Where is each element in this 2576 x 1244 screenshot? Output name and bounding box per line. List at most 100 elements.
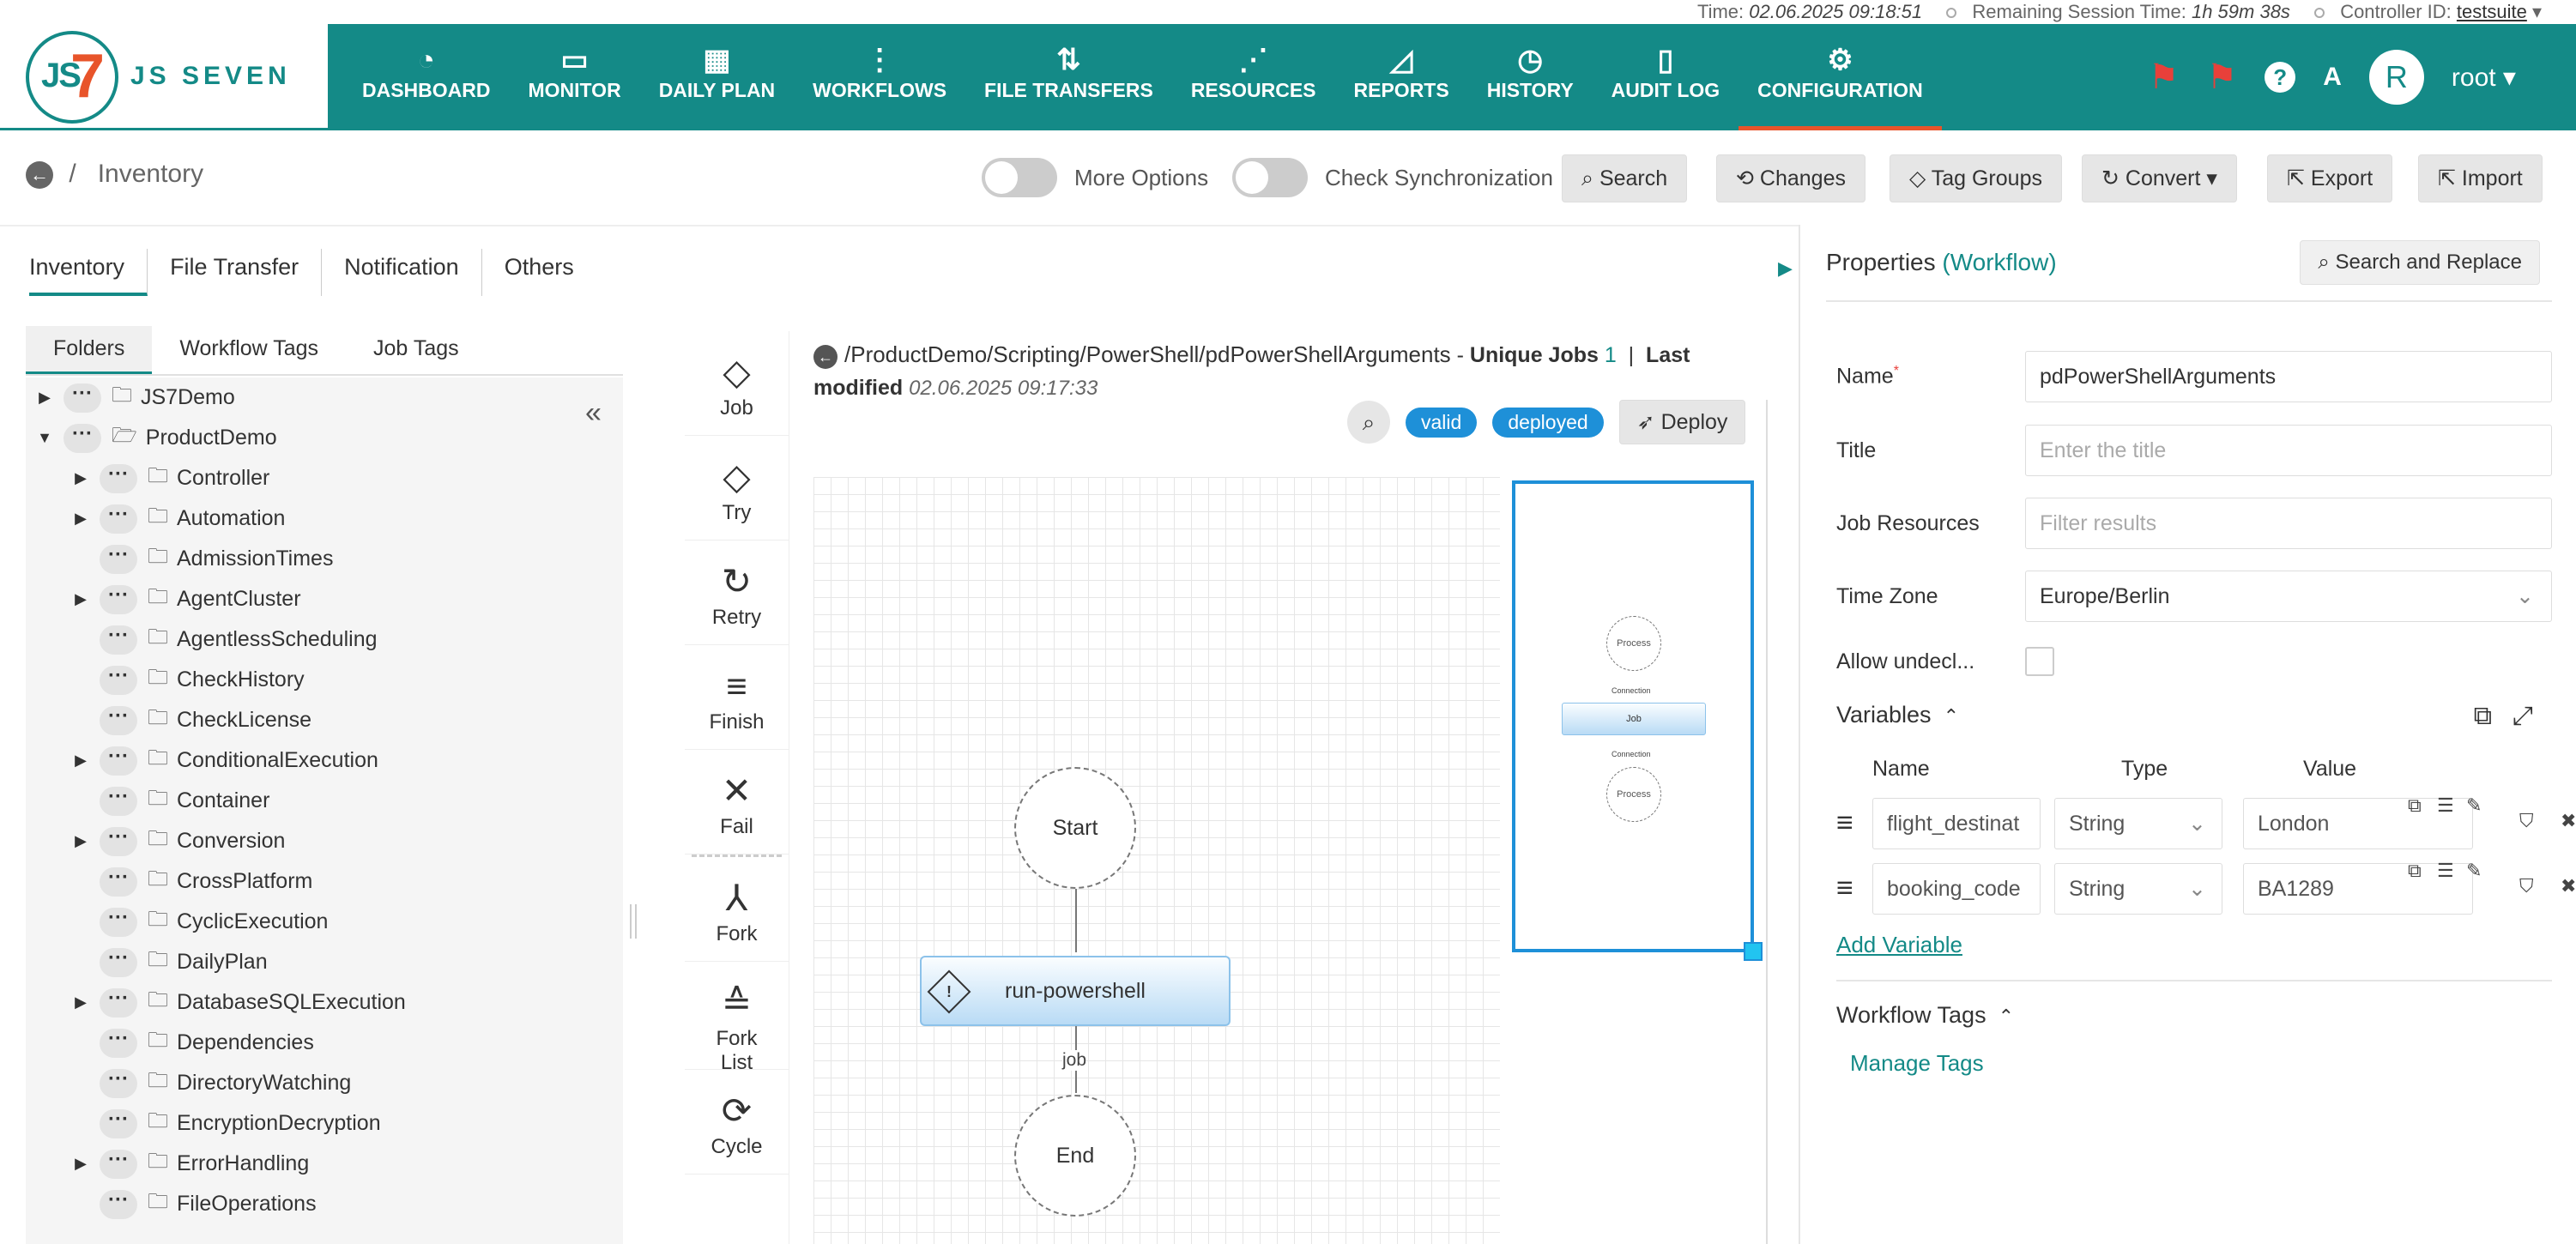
palette-try[interactable]: ◇ Try <box>685 436 789 540</box>
back-icon[interactable]: ← <box>26 161 53 190</box>
shield-icon[interactable]: ⛉ <box>2519 875 2534 897</box>
check-sync-toggle[interactable]: Check Synchronization <box>1232 158 1553 197</box>
flag-icon[interactable]: ⚑ <box>2149 57 2180 97</box>
nav-audit-log[interactable]: ▯ AUDIT LOG <box>1593 24 1739 130</box>
more-icon[interactable]: ··· <box>100 1189 137 1219</box>
more-icon[interactable]: ··· <box>100 544 137 574</box>
name-input[interactable]: pdPowerShellArguments <box>2025 351 2552 402</box>
palette-cycle[interactable]: ⟳ Cycle <box>685 1070 789 1175</box>
tab-notification[interactable]: Notification <box>322 249 482 296</box>
nav-file-transfers[interactable]: ⇅ FILE TRANSFERS <box>965 24 1172 130</box>
caret-down-icon[interactable]: ▼ <box>36 429 53 447</box>
user-menu[interactable]: root ▾ <box>2452 63 2516 93</box>
more-icon[interactable]: ··· <box>100 987 137 1018</box>
drag-handle-icon[interactable]: ≡ <box>1836 873 1853 903</box>
caret-right-icon[interactable]: ▶ <box>72 469 89 487</box>
tree-item[interactable]: ▶ ··· 🗀 DatabaseSQLExecution <box>26 982 623 1023</box>
variables-header[interactable]: Variables ⌃ <box>1836 702 1959 728</box>
tree-item[interactable]: ▶ ··· 🗀 JS7Demo <box>26 377 623 418</box>
tree-item[interactable]: ··· 🗀 AgentlessScheduling <box>26 619 623 660</box>
more-icon[interactable]: ··· <box>100 665 137 695</box>
caret-right-icon[interactable]: ▶ <box>72 832 89 850</box>
title-input[interactable]: Enter the title <box>2025 425 2552 476</box>
tab-file-transfer[interactable]: File Transfer <box>148 249 323 296</box>
logo[interactable]: JS 7 JS SEVEN <box>0 24 328 130</box>
import-button[interactable]: ⇱ Import <box>2418 154 2543 202</box>
palette-fail[interactable]: ✕ Fail <box>685 750 789 854</box>
tree-item[interactable]: ··· 🗀 Container <box>26 781 623 821</box>
nav-daily-plan[interactable]: ▦ DAILY PLAN <box>640 24 794 130</box>
edit-icon[interactable]: ✎ <box>2466 860 2482 882</box>
minimap-resize-handle[interactable] <box>1744 942 1763 961</box>
list-icon[interactable]: ☰ <box>2437 860 2454 882</box>
tree-item[interactable]: ··· 🗀 EncryptionDecryption <box>26 1103 623 1144</box>
caret-right-icon[interactable]: ▶ <box>72 1155 89 1173</box>
changes-button[interactable]: ⟲ Changes <box>1716 154 1865 202</box>
tree-item[interactable]: ▶ ··· 🗀 Conversion <box>26 821 623 861</box>
list-icon[interactable]: ☰ <box>2437 794 2454 817</box>
caret-right-icon[interactable]: ▶ <box>72 993 89 1012</box>
caret-right-icon[interactable]: ▶ <box>36 389 53 407</box>
workflow-canvas[interactable]: Start ! run-powershell job End <box>813 477 1500 1244</box>
convert-button[interactable]: ↻ Convert ▾ <box>2082 154 2237 202</box>
variable-name-input[interactable]: booking_code <box>1872 863 2041 915</box>
shield-icon[interactable]: ⛉ <box>2519 810 2534 832</box>
tree-item[interactable]: ··· 🗀 FileOperations <box>26 1184 623 1224</box>
tab-others[interactable]: Others <box>482 249 596 296</box>
more-icon[interactable]: ··· <box>100 504 137 534</box>
toggle-switch[interactable] <box>982 158 1057 197</box>
tab-folders[interactable]: Folders <box>26 326 153 374</box>
more-icon[interactable]: ··· <box>100 1108 137 1138</box>
end-node[interactable]: End <box>1014 1095 1136 1217</box>
back-icon[interactable]: ← <box>813 345 838 369</box>
manage-tags-link[interactable]: Manage Tags <box>1850 1050 1984 1077</box>
palette-fork-list[interactable]: ≙ Fork List <box>685 962 789 1074</box>
start-node[interactable]: Start <box>1014 767 1136 889</box>
more-icon[interactable]: ··· <box>63 383 101 413</box>
more-icon[interactable]: ··· <box>100 705 137 735</box>
more-icon[interactable]: ··· <box>100 947 137 977</box>
more-icon[interactable]: ··· <box>100 826 137 856</box>
copy-icon[interactable]: ⧉ <box>2474 702 2492 731</box>
search-button[interactable]: ⌕ Search <box>1562 154 1688 202</box>
more-icon[interactable]: ··· <box>100 1149 137 1179</box>
palette-fork[interactable]: ⅄ Fork <box>685 857 789 962</box>
caret-down-icon[interactable]: ▾ <box>2527 1 2542 22</box>
edit-icon[interactable]: ✎ <box>2466 794 2482 817</box>
palette-job[interactable]: ◇ Job <box>685 331 789 436</box>
workflow-tags-header[interactable]: Workflow Tags ⌃ <box>1836 1002 2014 1029</box>
more-icon[interactable]: ··· <box>100 463 137 493</box>
drag-handle-icon[interactable]: ≡ <box>1836 808 1853 837</box>
palette-finish[interactable]: ≡ Finish <box>685 645 789 750</box>
variable-type-select[interactable]: String ⌄ <box>2054 863 2222 915</box>
toggle-switch[interactable] <box>1232 158 1308 197</box>
close-icon[interactable]: ✖ <box>2561 810 2576 832</box>
nav-resources[interactable]: ⋰ RESOURCES <box>1172 24 1335 130</box>
tree-item[interactable]: ··· 🗀 CheckHistory <box>26 660 623 700</box>
expand-icon[interactable]: ⤢ <box>2513 702 2533 731</box>
panel-toggle-icon[interactable]: ▶ <box>1778 257 1799 280</box>
flag-alert-icon[interactable]: ⚑ <box>2206 57 2237 97</box>
deploy-button[interactable]: ➶ Deploy <box>1618 400 1746 444</box>
more-icon[interactable]: ··· <box>100 907 137 937</box>
nav-dashboard[interactable]: ◔ DASHBOARD <box>343 24 510 130</box>
avatar[interactable]: R <box>2368 50 2424 105</box>
tab-job-tags[interactable]: Job Tags <box>346 326 487 374</box>
add-variable-link[interactable]: Add Variable <box>1836 932 1962 958</box>
nav-reports[interactable]: ◿ REPORTS <box>1335 24 1468 130</box>
tree-item[interactable]: ··· 🗀 DirectoryWatching <box>26 1063 623 1103</box>
nav-monitor[interactable]: ▭ MONITOR <box>510 24 640 130</box>
caret-right-icon[interactable]: ▶ <box>72 752 89 770</box>
search-replace-button[interactable]: ⌕ Search and Replace <box>2300 240 2540 285</box>
nav-workflows[interactable]: ⋮ WORKFLOWS <box>794 24 965 130</box>
copy-icon[interactable]: ⧉ <box>2408 860 2422 882</box>
nav-configuration[interactable]: ⚙ CONFIGURATION <box>1738 24 1942 130</box>
more-icon[interactable]: ··· <box>100 1068 137 1098</box>
minimap[interactable]: Process Connection Job Connection Proces… <box>1512 480 1763 961</box>
more-options-toggle[interactable]: More Options <box>982 158 1208 197</box>
tag-groups-button[interactable]: ◇ Tag Groups <box>1890 154 2062 202</box>
tree-item[interactable]: ··· 🗀 Dependencies <box>26 1023 623 1063</box>
tab-workflow-tags[interactable]: Workflow Tags <box>152 326 346 374</box>
tree-item[interactable]: ··· 🗀 AdmissionTimes <box>26 539 623 579</box>
tree-item[interactable]: ▶ ··· 🗀 ConditionalExecution <box>26 740 623 781</box>
